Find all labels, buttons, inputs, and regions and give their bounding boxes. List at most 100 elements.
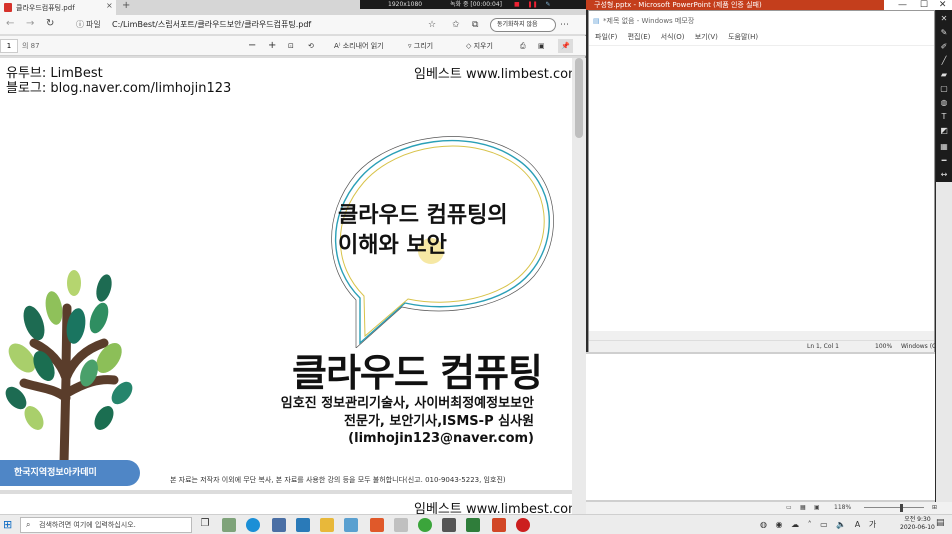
recording-resolution: 1920x1080 xyxy=(388,1,423,8)
network-icon[interactable]: ▭ xyxy=(820,520,828,529)
close-pen-icon[interactable]: ✕ xyxy=(936,12,952,25)
normal-view-icon[interactable]: ▭ xyxy=(786,502,792,514)
menu-format[interactable]: 서식(O) xyxy=(661,31,685,44)
zoom-out-button[interactable]: − xyxy=(248,39,256,53)
chrome-icon[interactable] xyxy=(418,518,432,532)
slide-sorter-icon[interactable]: ▦ xyxy=(800,502,806,514)
recorder-icon[interactable] xyxy=(516,518,530,532)
erase-button[interactable]: ◇ 지우기 xyxy=(466,39,493,53)
thickness-icon[interactable]: ━ xyxy=(936,154,952,167)
record-icon[interactable]: ■ xyxy=(514,1,520,8)
refresh-icon[interactable]: ↻ xyxy=(46,17,54,31)
cloud-icon[interactable]: ☁ xyxy=(791,520,799,529)
powerpoint-slide-canvas[interactable] xyxy=(586,354,935,500)
sync-label: 동기화하지 않음 xyxy=(497,21,538,28)
app-icon-3[interactable] xyxy=(272,518,286,532)
zoom-in-button[interactable]: + xyxy=(268,39,276,53)
pencil-icon[interactable]: ✎ xyxy=(936,26,952,39)
more-menu-icon[interactable]: ⋯ xyxy=(560,18,569,32)
ime-indicator[interactable]: A xyxy=(855,520,860,529)
tray-icon-2[interactable]: ◉ xyxy=(776,520,783,529)
search-placeholder: 검색하려면 여기에 입력하십시오. xyxy=(39,521,136,529)
draw-button[interactable]: ▿ 그리기 xyxy=(408,39,433,53)
fit-slide-icon[interactable]: ⊞ xyxy=(932,502,937,514)
expand-icon[interactable]: ↔ xyxy=(936,168,952,181)
whiteboard-icon[interactable]: ▦ xyxy=(936,140,952,153)
zoom-slider-thumb[interactable] xyxy=(900,504,903,512)
notifications-icon[interactable]: ▤ xyxy=(936,518,945,528)
print-icon[interactable]: ⎙ xyxy=(520,39,526,53)
file-info-icon[interactable]: ⓘ xyxy=(76,18,84,32)
menu-edit[interactable]: 편집(E) xyxy=(628,31,651,44)
taskbar-clock[interactable]: 오전 9:30 2020-06-10 xyxy=(900,516,935,532)
sync-button[interactable]: 동기화하지 않음 xyxy=(490,18,556,32)
rotate-icon[interactable]: ⟲ xyxy=(308,39,314,53)
app-icon-8[interactable] xyxy=(394,518,408,532)
back-arrow-icon[interactable]: ← xyxy=(6,17,14,31)
address-field[interactable]: C:/LimBest/스립서포트/클라우드보안/클라우드컴퓨팅.pdf xyxy=(112,18,412,32)
color-palette-icon[interactable]: ◍ xyxy=(936,96,952,109)
forward-arrow-icon[interactable]: → xyxy=(26,17,34,31)
volume-icon[interactable]: 🔈 xyxy=(836,520,846,529)
app-icon-6[interactable] xyxy=(344,518,358,532)
fit-page-icon[interactable]: ⊡ xyxy=(288,39,294,53)
pdf-scrollbar[interactable] xyxy=(572,58,586,514)
zoom-slider[interactable] xyxy=(864,507,924,508)
menu-file[interactable]: 파일(F) xyxy=(595,31,617,44)
taskbar-search-box[interactable]: ⌕ 검색하려면 여기에 입력하십시오. xyxy=(20,517,192,533)
read-aloud-icon: A⁾ xyxy=(334,42,343,50)
subtitle-line-1: 클라우드 컴퓨팅의 xyxy=(338,203,508,228)
tree-illustration xyxy=(5,270,133,463)
ppt-zoom-level: 118% xyxy=(834,504,852,511)
rectangle-icon[interactable]: ▢ xyxy=(936,82,952,95)
show-hidden-icons[interactable]: ˄ xyxy=(808,520,812,529)
notepad-horizontal-scrollbar[interactable] xyxy=(589,331,934,340)
recording-status: 녹화 중 [00:00:04] xyxy=(450,1,503,8)
tray-icon-1[interactable]: ◍ xyxy=(760,520,767,529)
powerpoint-icon[interactable] xyxy=(492,518,506,532)
page-number-input[interactable]: 1 xyxy=(0,39,18,53)
close-icon[interactable]: ✕ xyxy=(939,0,947,10)
pen-icon[interactable]: ✎ xyxy=(546,1,551,8)
favorites-icon[interactable]: ✩ xyxy=(452,18,460,32)
pdf-tab[interactable]: 클라우드컴퓨팅.pdf xyxy=(0,0,116,15)
line-icon[interactable]: ╱ xyxy=(936,54,952,67)
favorite-star-icon[interactable]: ☆ xyxy=(428,18,436,32)
brush-icon[interactable]: ✐ xyxy=(936,40,952,53)
task-view-icon[interactable]: ❐ xyxy=(198,518,212,532)
maximize-icon[interactable]: ☐ xyxy=(920,0,928,10)
pdf-page: 유투브: LimBest 블로그: blog.naver.com/limhoji… xyxy=(0,58,572,490)
text-icon[interactable]: T xyxy=(936,110,952,123)
app-icon-11[interactable] xyxy=(466,518,480,532)
pin-icon[interactable]: 📌 xyxy=(558,39,573,53)
app-icon-1[interactable] xyxy=(222,518,236,532)
app-icon-4[interactable] xyxy=(296,518,310,532)
eraser-tool-icon[interactable]: ◩ xyxy=(936,124,952,137)
blog-line: 블로그: blog.naver.com/limhojin123 xyxy=(6,81,232,96)
pen-toolbar: ✕ ✎ ✐ ╱ ▰ ▢ ◍ T ◩ ▦ ━ ↔ xyxy=(936,10,952,182)
app-icon-10[interactable] xyxy=(442,518,456,532)
menu-view[interactable]: 보기(V) xyxy=(695,31,718,44)
notepad-app-icon: ▤ xyxy=(593,17,600,25)
windows-start-icon[interactable]: ⊞ xyxy=(3,518,12,532)
desktop: 클라우드컴퓨팅.pdf × + ← → ↻ ⓘ 파일 C:/LimBest/스립… xyxy=(0,0,952,534)
language-indicator[interactable]: 가 xyxy=(869,520,876,529)
collections-icon[interactable]: ⧉ xyxy=(472,18,478,32)
office-icon[interactable] xyxy=(370,518,384,532)
close-tab-icon[interactable]: × xyxy=(106,1,113,10)
new-tab-icon[interactable]: + xyxy=(122,0,130,11)
menu-help[interactable]: 도움말(H) xyxy=(728,31,758,44)
read-aloud-button[interactable]: A⁾ 소리내어 읽기 xyxy=(334,39,384,53)
reading-view-icon[interactable]: ▣ xyxy=(814,502,820,514)
edge-browser-icon[interactable] xyxy=(246,518,260,532)
marker-icon[interactable]: ▰ xyxy=(936,68,952,81)
next-page-brand: 임베스트 www.limbest.com xyxy=(414,502,572,514)
minimize-icon[interactable]: — xyxy=(898,0,907,10)
window-controls: — ☐ ✕ xyxy=(880,0,946,10)
file-explorer-icon[interactable] xyxy=(320,518,334,532)
pdf-scroll-thumb[interactable] xyxy=(575,58,583,138)
save-icon[interactable]: ▣ xyxy=(538,39,545,53)
pause-icon[interactable]: ❚❚ xyxy=(528,1,538,8)
slide-subtitle: 클라우드 컴퓨팅의 이해와 보안 xyxy=(338,201,508,261)
notepad-text-area[interactable] xyxy=(589,45,934,331)
